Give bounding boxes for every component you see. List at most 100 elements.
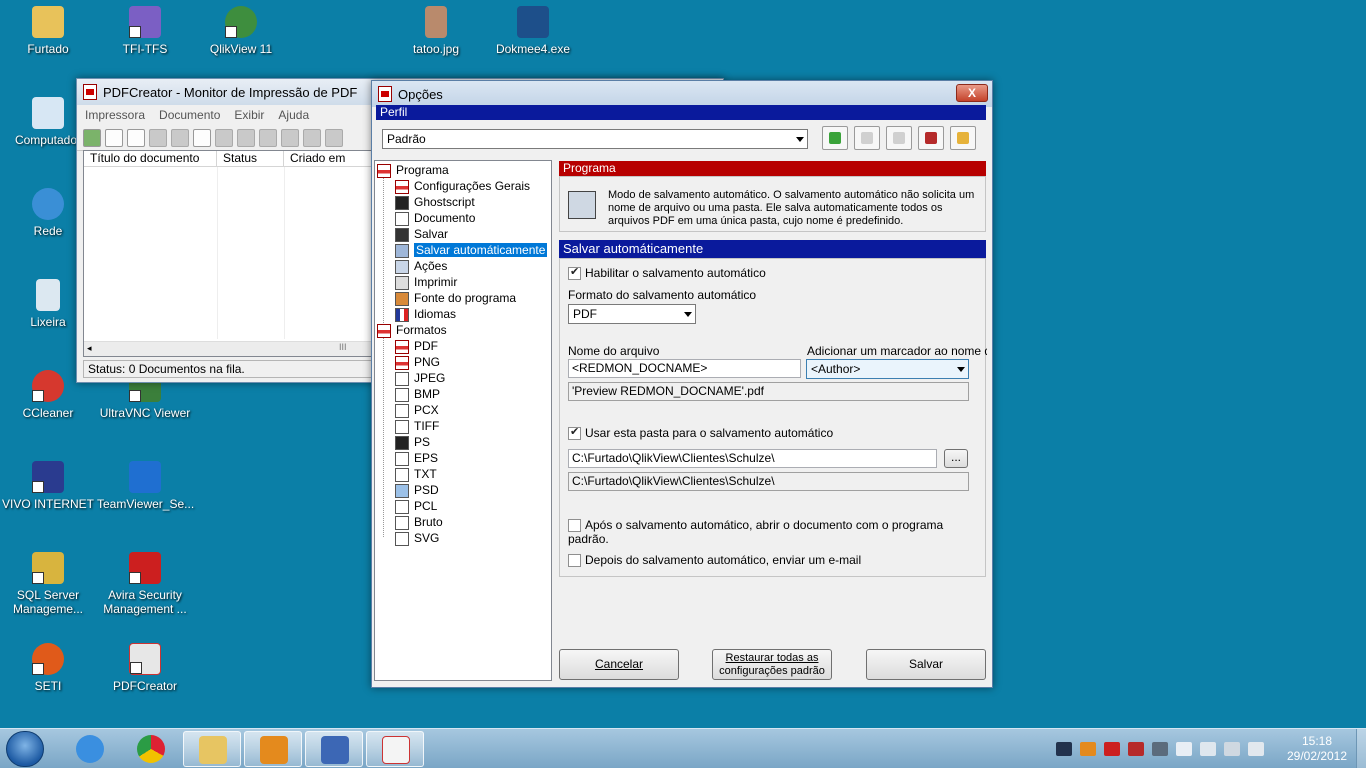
tray-flag-icon[interactable] (1176, 742, 1192, 756)
tree-node-txt[interactable]: TXT (395, 466, 437, 482)
document-icon[interactable] (105, 128, 123, 147)
desktop-icon-pdfcreator[interactable]: PDFCreator (97, 643, 193, 693)
tree-node-bmp[interactable]: BMP (395, 386, 440, 402)
options-tree[interactable]: Programa Configurações Gerais Ghostscrip… (374, 160, 552, 681)
add-page-icon[interactable] (193, 128, 211, 147)
taskbar-pdfcreator[interactable] (366, 731, 424, 767)
profile-select[interactable]: Padrão (382, 129, 808, 149)
printer-icon[interactable] (83, 128, 101, 147)
calculator-icon[interactable] (149, 128, 167, 147)
tree-node-tiff[interactable]: TIFF (395, 418, 439, 434)
desktop-icon-tatoo[interactable]: tatoo.jpg (388, 6, 484, 56)
start-orb-icon[interactable] (6, 731, 44, 767)
use-folder-checkbox[interactable]: Usar esta pasta para o salvamento automá… (568, 425, 833, 441)
desktop-icon-qlikview[interactable]: QlikView 11 (193, 6, 289, 56)
move-top-icon[interactable] (237, 128, 255, 147)
tree-node-bruto[interactable]: Bruto (395, 514, 443, 530)
delete-profile-button[interactable] (886, 126, 912, 150)
tree-node-documento[interactable]: Documento (395, 210, 475, 226)
taskbar-chrome[interactable] (122, 731, 180, 767)
copy-icon[interactable] (325, 128, 343, 147)
menu-impressora[interactable]: Impressora (85, 108, 145, 122)
menu-ajuda[interactable]: Ajuda (278, 108, 309, 122)
tree-node-fonte[interactable]: Fonte do programa (395, 290, 516, 306)
tree-node-pcl[interactable]: PCL (395, 498, 437, 514)
tree-node-imprimir[interactable]: Imprimir (395, 274, 457, 290)
save-button[interactable]: Salvar (866, 649, 986, 680)
menu-documento[interactable]: Documento (159, 108, 220, 122)
close-button[interactable]: X (956, 84, 988, 102)
show-desktop-button[interactable] (1356, 729, 1366, 768)
open-profile-button[interactable] (950, 126, 976, 150)
tree-node-ghostscript[interactable]: Ghostscript (395, 194, 475, 210)
marker-select[interactable]: <Author> (806, 359, 969, 379)
desktop-icon-seti[interactable]: SETI (0, 643, 96, 693)
tree-node-eps[interactable]: EPS (395, 450, 438, 466)
taskbar-ie[interactable] (61, 731, 119, 767)
restore-defaults-button[interactable]: Restaurar todas as configurações padrão (712, 649, 832, 680)
pdfmon-title: PDFCreator - Monitor de Impressão de PDF (103, 84, 358, 100)
browse-folder-button[interactable]: ... (944, 449, 968, 468)
blank-page-icon[interactable] (171, 128, 189, 147)
tree-node-configuracoes-gerais[interactable]: Configurações Gerais (395, 178, 530, 194)
merge-icon[interactable] (215, 128, 233, 147)
column-header-status[interactable]: Status (217, 151, 284, 166)
desktop-icon-dokmee[interactable]: Dokmee4.exe (485, 6, 581, 56)
desktop-icon-tfi-tfs[interactable]: TFI-TFS (97, 6, 193, 56)
restore-label-line1: Restaurar todas as (725, 652, 819, 664)
tree-node-programa[interactable]: Programa (377, 162, 449, 178)
tray-avira-icon[interactable] (1104, 742, 1120, 756)
tree-node-ps[interactable]: PS (395, 434, 430, 450)
desktop-icon-label: Dokmee4.exe (495, 42, 571, 56)
format-select[interactable]: PDF (568, 304, 696, 324)
move-up-icon[interactable] (259, 128, 277, 147)
column-header-created[interactable]: Criado em (284, 151, 374, 166)
tray-monitor-icon[interactable] (1152, 742, 1168, 756)
rename-profile-button[interactable] (854, 126, 880, 150)
desktop-icon-sql-server[interactable]: SQL Server Manageme... (0, 552, 96, 616)
desktop-icon-vivo[interactable]: VIVO INTERNET (0, 461, 96, 511)
document-queue-list[interactable]: Título do documento Status Criado em ◂ I… (83, 150, 375, 357)
tree-node-acoes[interactable]: Ações (395, 258, 447, 274)
tree-node-jpeg[interactable]: JPEG (395, 370, 445, 386)
scroll-grip[interactable]: III (339, 342, 347, 352)
desktop-icon-avira[interactable]: Avira Security Management ... (97, 552, 193, 616)
add-profile-button[interactable] (822, 126, 848, 150)
tree-node-salvar[interactable]: Salvar (395, 226, 448, 242)
save-profile-button[interactable] (918, 126, 944, 150)
taskbar-remote-desktop[interactable] (305, 731, 363, 767)
tray-usb-icon[interactable] (1200, 742, 1216, 756)
tree-node-svg[interactable]: SVG (395, 530, 439, 546)
desktop-icon-furtado[interactable]: Furtado (0, 6, 96, 56)
tree-node-pcx[interactable]: PCX (395, 402, 439, 418)
tray-outlook-icon[interactable] (1080, 742, 1096, 756)
email-after-checkbox[interactable]: Depois do salvamento automático, enviar … (568, 553, 861, 568)
tray-network-signal-icon[interactable] (1224, 742, 1240, 756)
open-after-checkbox[interactable]: Após o salvamento automático, abrir o do… (568, 518, 985, 546)
taskbar-outlook[interactable] (244, 731, 302, 767)
move-down-icon[interactable] (281, 128, 299, 147)
column-header-title[interactable]: Título do documento (84, 151, 217, 166)
options-titlebar[interactable]: Opções (372, 81, 992, 107)
tree-node-png[interactable]: PNG (395, 354, 440, 370)
desktop-icon-teamviewer[interactable]: TeamViewer_Se... (97, 461, 194, 511)
enable-autosave-checkbox[interactable]: Habilitar o salvamento automático (568, 265, 766, 281)
tree-node-formatos[interactable]: Formatos (377, 322, 447, 338)
cancel-button[interactable]: Cancelar (559, 649, 679, 680)
tree-node-idiomas[interactable]: Idiomas (395, 306, 456, 322)
horizontal-scrollbar[interactable]: ◂ III (84, 341, 374, 356)
log-icon[interactable] (127, 128, 145, 147)
taskbar-explorer[interactable] (183, 731, 241, 767)
tray-app-icon[interactable] (1056, 742, 1072, 756)
tree-node-psd[interactable]: PSD (395, 482, 439, 498)
filename-input[interactable]: <REDMON_DOCNAME> (568, 359, 801, 378)
tree-node-salvar-automaticamente[interactable]: Salvar automáticamente (395, 242, 549, 258)
tree-node-pdf[interactable]: PDF (395, 338, 438, 354)
scroll-left-icon[interactable]: ◂ (87, 343, 92, 354)
menu-exibir[interactable]: Exibir (234, 108, 264, 122)
move-bottom-icon[interactable] (303, 128, 321, 147)
tray-security-icon[interactable] (1128, 742, 1144, 756)
tray-clock[interactable]: 15:18 29/02/2012 (1280, 734, 1354, 764)
folder-input[interactable]: C:\Furtado\QlikView\Clientes\Schulze\ (568, 449, 937, 468)
tray-volume-muted-icon[interactable] (1248, 742, 1264, 756)
